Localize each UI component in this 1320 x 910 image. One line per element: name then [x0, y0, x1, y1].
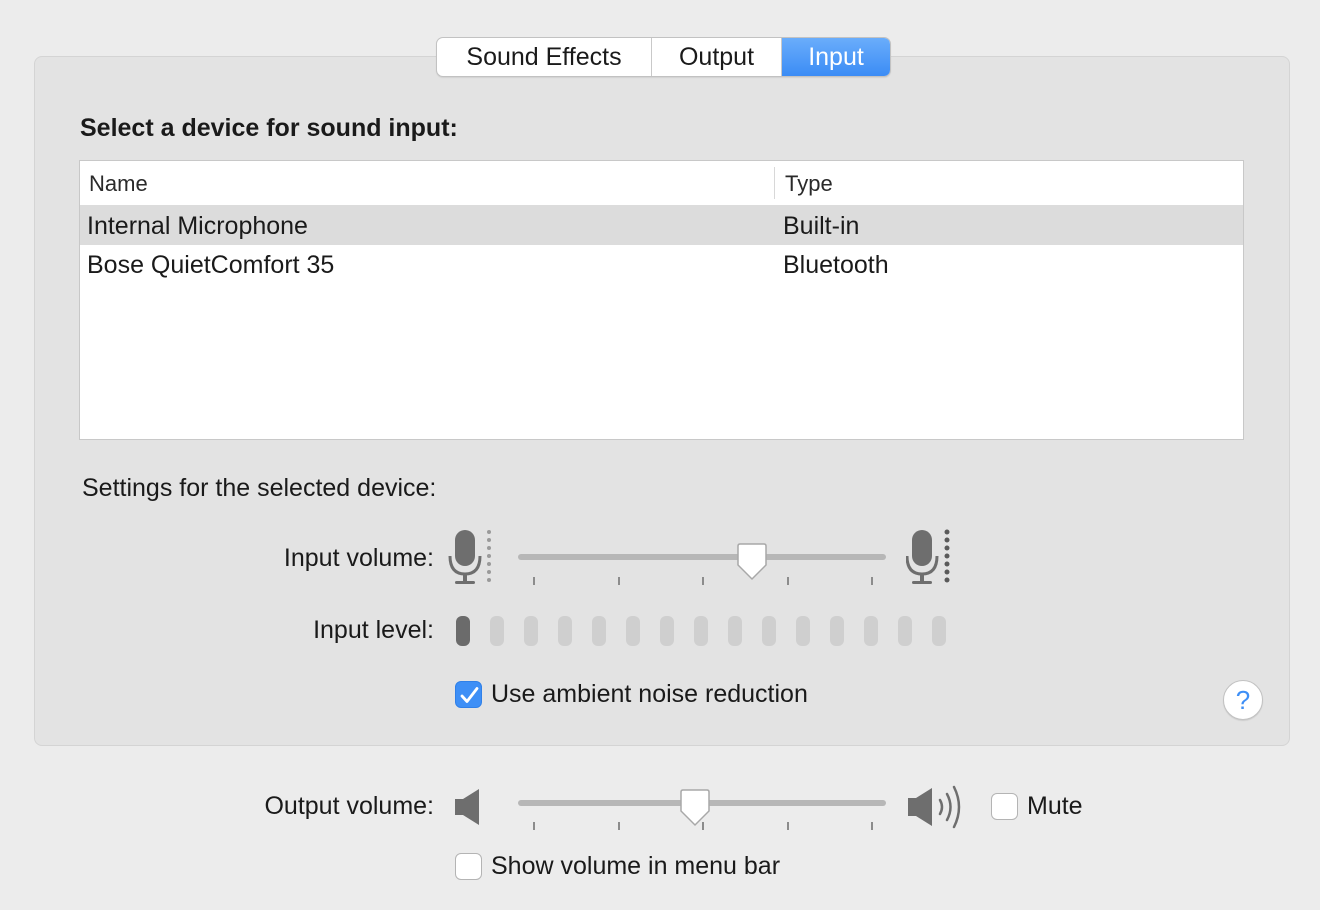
tab-sound-effects[interactable]: Sound Effects: [437, 38, 652, 76]
input-level-segment: [524, 616, 538, 646]
column-header-name[interactable]: Name: [89, 171, 148, 197]
speaker-low-icon: [455, 789, 479, 825]
input-level-segment: [558, 616, 572, 646]
noise-reduction-checkbox[interactable]: [455, 681, 482, 708]
input-level-segment: [694, 616, 708, 646]
input-level-segment: [490, 616, 504, 646]
input-volume-label: Input volume:: [283, 544, 434, 572]
tab-bar: Sound Effects Output Input: [436, 37, 891, 77]
show-volume-menu-bar-label: Show volume in menu bar: [491, 852, 781, 880]
input-level-segment: [796, 616, 810, 646]
microphone-low-icon: [448, 530, 491, 584]
input-level-segment: [592, 616, 606, 646]
input-level-segment: [830, 616, 844, 646]
input-volume-tick: [533, 577, 535, 585]
input-volume-slider-track[interactable]: [518, 554, 886, 560]
mute-label: Mute: [1027, 792, 1083, 820]
output-volume-label: Output volume:: [264, 792, 434, 820]
input-level-segment: [728, 616, 742, 646]
input-level-segment: [898, 616, 912, 646]
tab-input[interactable]: Input: [782, 38, 890, 76]
input-level-label: Input level:: [313, 616, 434, 644]
column-header-type[interactable]: Type: [785, 171, 833, 197]
device-section-title: Select a device for sound input:: [80, 114, 458, 142]
input-level-segment: [932, 616, 946, 646]
table-row[interactable]: Bose QuietComfort 35 Bluetooth: [80, 245, 1243, 284]
input-volume-tick: [787, 577, 789, 585]
checkmark-icon: [460, 687, 479, 703]
input-volume-slider-thumb[interactable]: [735, 543, 769, 581]
settings-section-title: Settings for the selected device:: [82, 474, 437, 502]
input-volume-tick: [702, 577, 704, 585]
device-type: Bluetooth: [783, 251, 889, 279]
help-button[interactable]: ?: [1223, 680, 1263, 720]
device-name: Internal Microphone: [87, 212, 308, 240]
tab-output[interactable]: Output: [652, 38, 782, 76]
device-table: Name Type Internal Microphone Built-in B…: [79, 160, 1244, 440]
table-header: Name Type: [80, 161, 1243, 206]
microphone-high-icon: [906, 529, 950, 584]
show-volume-menu-bar-checkbox[interactable]: [455, 853, 482, 880]
input-level-segment: [864, 616, 878, 646]
output-volume-tick: [533, 822, 535, 830]
column-divider[interactable]: [774, 167, 775, 199]
mute-checkbox[interactable]: [991, 793, 1018, 820]
device-type: Built-in: [783, 212, 860, 240]
input-level-segment: [660, 616, 674, 646]
speaker-high-icon: [908, 785, 961, 829]
output-volume-slider-thumb[interactable]: [678, 789, 712, 827]
table-row[interactable]: Internal Microphone Built-in: [80, 206, 1243, 245]
input-level-segment: [456, 616, 470, 646]
input-volume-tick: [618, 577, 620, 585]
output-volume-tick: [871, 822, 873, 830]
input-level-segment: [762, 616, 776, 646]
noise-reduction-label: Use ambient noise reduction: [491, 680, 808, 708]
input-level-segment: [626, 616, 640, 646]
output-volume-tick: [787, 822, 789, 830]
device-name: Bose QuietComfort 35: [87, 251, 335, 279]
input-volume-tick: [871, 577, 873, 585]
output-volume-tick: [618, 822, 620, 830]
